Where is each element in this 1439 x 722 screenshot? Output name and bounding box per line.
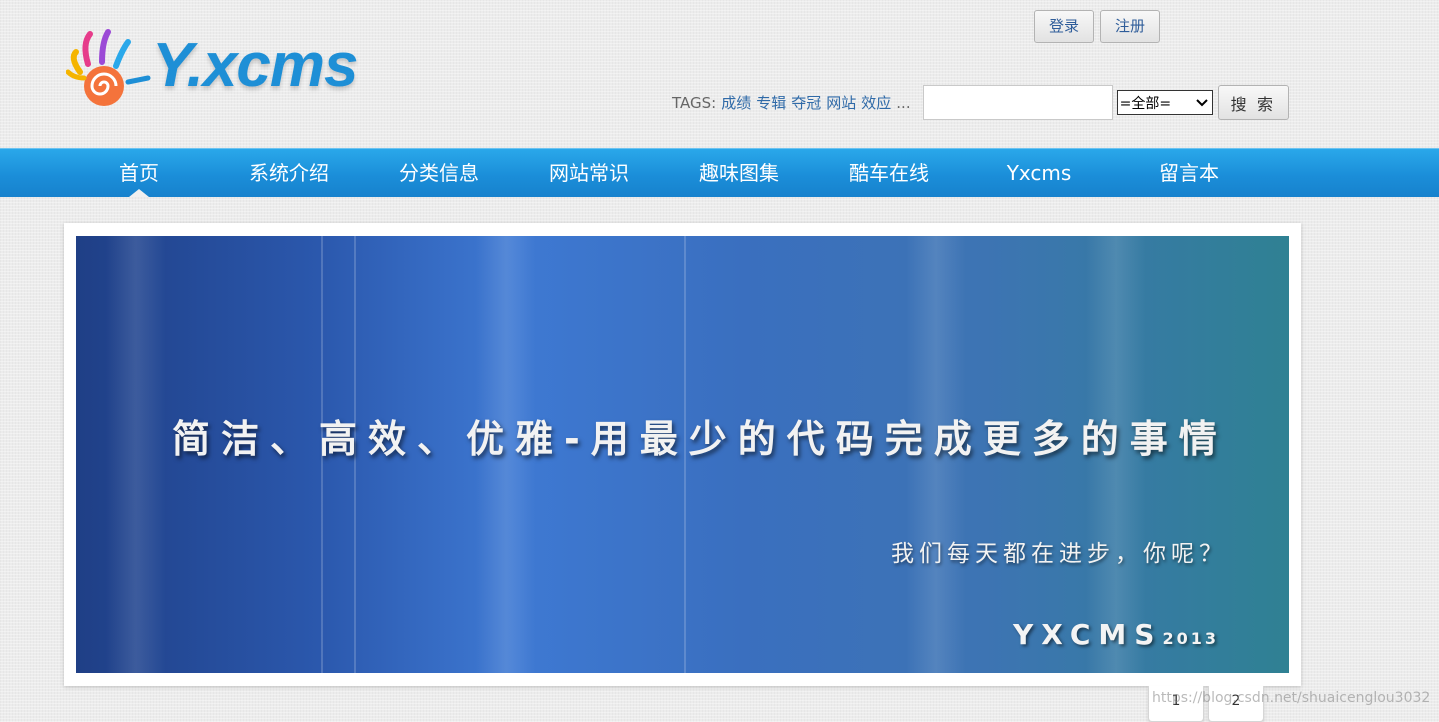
banner-brand: YXCMS2013 xyxy=(1013,618,1219,651)
nav-item-fun-gallery[interactable]: 趣味图集 xyxy=(664,149,814,197)
tag-link[interactable]: 专辑 xyxy=(756,92,786,113)
banner-image[interactable]: 简洁、高效、优雅-用最少的代码完成更多的事情 我们每天都在进步，你呢？ YXCM… xyxy=(76,236,1289,673)
search-button[interactable]: 搜 索 xyxy=(1217,85,1290,120)
nav-item-category-info[interactable]: 分类信息 xyxy=(364,149,514,197)
nav-item-system-intro[interactable]: 系统介绍 xyxy=(214,149,364,197)
watermark-text: https://blog.csdn.net/shuaicenglou3032 xyxy=(1152,690,1431,706)
nav-item-yxcms[interactable]: Yxcms xyxy=(964,149,1114,197)
auth-buttons: 登录 注册 xyxy=(1034,10,1161,43)
banner-light-streak xyxy=(106,236,166,673)
tag-link[interactable]: 效应 xyxy=(861,92,891,113)
register-button[interactable]: 注册 xyxy=(1100,10,1161,43)
banner-brand-year: 2013 xyxy=(1162,629,1219,648)
tag-link[interactable]: 夺冠 xyxy=(791,92,821,113)
nav-item-guestbook[interactable]: 留言本 xyxy=(1114,149,1264,197)
main-nav: 首页 系统介绍 分类信息 网站常识 趣味图集 酷车在线 Yxcms 留言本 xyxy=(0,148,1439,197)
banner-subline: 我们每天都在进步，你呢？ xyxy=(891,541,1227,567)
search-bar: TAGS: 成绩 专辑 夺冠 网站 效应 ... =全部= 搜 索 xyxy=(672,85,1290,120)
logo-wordmark: Y.xcms xyxy=(152,31,358,100)
search-scope-select[interactable]: =全部= xyxy=(1116,90,1213,115)
nav-item-web-knowledge[interactable]: 网站常识 xyxy=(514,149,664,197)
search-scope-value: =全部= xyxy=(1119,95,1172,112)
tags-more[interactable]: ... xyxy=(896,94,910,112)
tags-label: TAGS: xyxy=(672,93,717,112)
nav-item-cool-cars[interactable]: 酷车在线 xyxy=(814,149,964,197)
login-button[interactable]: 登录 xyxy=(1034,10,1095,43)
nav-item-home[interactable]: 首页 xyxy=(64,149,214,197)
hand-swirl-icon xyxy=(65,29,151,106)
banner-headline: 简洁、高效、优雅-用最少的代码完成更多的事情 xyxy=(172,417,1228,461)
chevron-down-icon xyxy=(1195,98,1208,106)
tag-link[interactable]: 网站 xyxy=(826,92,856,113)
tag-link[interactable]: 成绩 xyxy=(721,92,751,113)
site-logo[interactable]: Y.xcms xyxy=(65,28,386,112)
banner-slider: 简洁、高效、优雅-用最少的代码完成更多的事情 我们每天都在进步，你呢？ YXCM… xyxy=(64,223,1301,686)
banner-brand-name: YXCMS xyxy=(1013,618,1163,651)
search-input[interactable] xyxy=(922,85,1113,120)
